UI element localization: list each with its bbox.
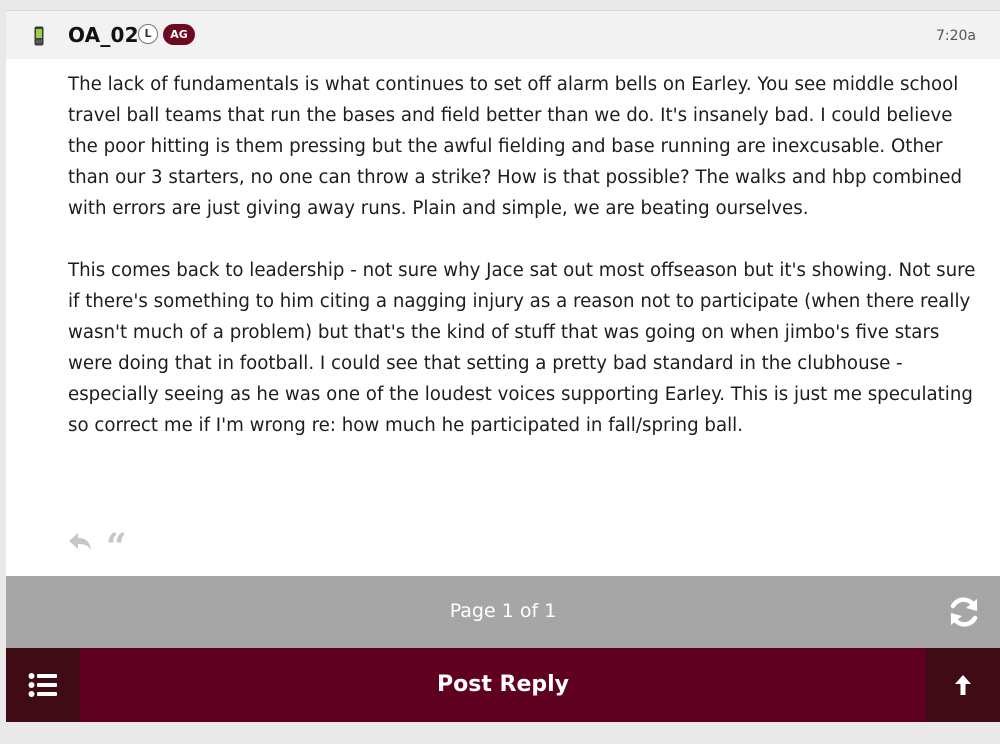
list-menu-icon: [28, 673, 57, 697]
refresh-icon[interactable]: [946, 594, 982, 630]
mobile-phone-icon: [34, 26, 44, 46]
post-username[interactable]: OA_02: [68, 23, 139, 47]
page-indicator: Page 1 of 1: [449, 600, 557, 622]
post-paragraph: The lack of fundamentals is what continu…: [68, 74, 963, 219]
menu-button[interactable]: [6, 648, 80, 722]
user-group-badge: AG: [163, 24, 195, 45]
thread-page: OA_02 L AG 7:20a The lack of fundamental…: [0, 0, 1000, 744]
pagination-bar: Page 1 of 1: [6, 576, 1000, 648]
reply-icon[interactable]: [68, 531, 92, 551]
post-timestamp: 7:20a: [935, 28, 976, 44]
reply-bar: Post Reply: [6, 648, 1000, 722]
post-card: OA_02 L AG 7:20a The lack of fundamental…: [6, 10, 1000, 577]
bottom-strip: [0, 722, 1000, 744]
post-header: OA_02 L AG 7:20a: [6, 11, 1000, 59]
post-actions: “: [68, 529, 148, 565]
post-reply-button[interactable]: Post Reply: [80, 648, 926, 722]
post-body: The lack of fundamentals is what continu…: [68, 69, 983, 472]
user-level-badge: L: [138, 24, 158, 44]
arrow-up-icon: [955, 675, 971, 695]
post-paragraph: This comes back to leadership - not sure…: [68, 260, 976, 436]
scroll-top-button[interactable]: [926, 648, 1000, 722]
quote-icon[interactable]: “: [106, 529, 127, 565]
